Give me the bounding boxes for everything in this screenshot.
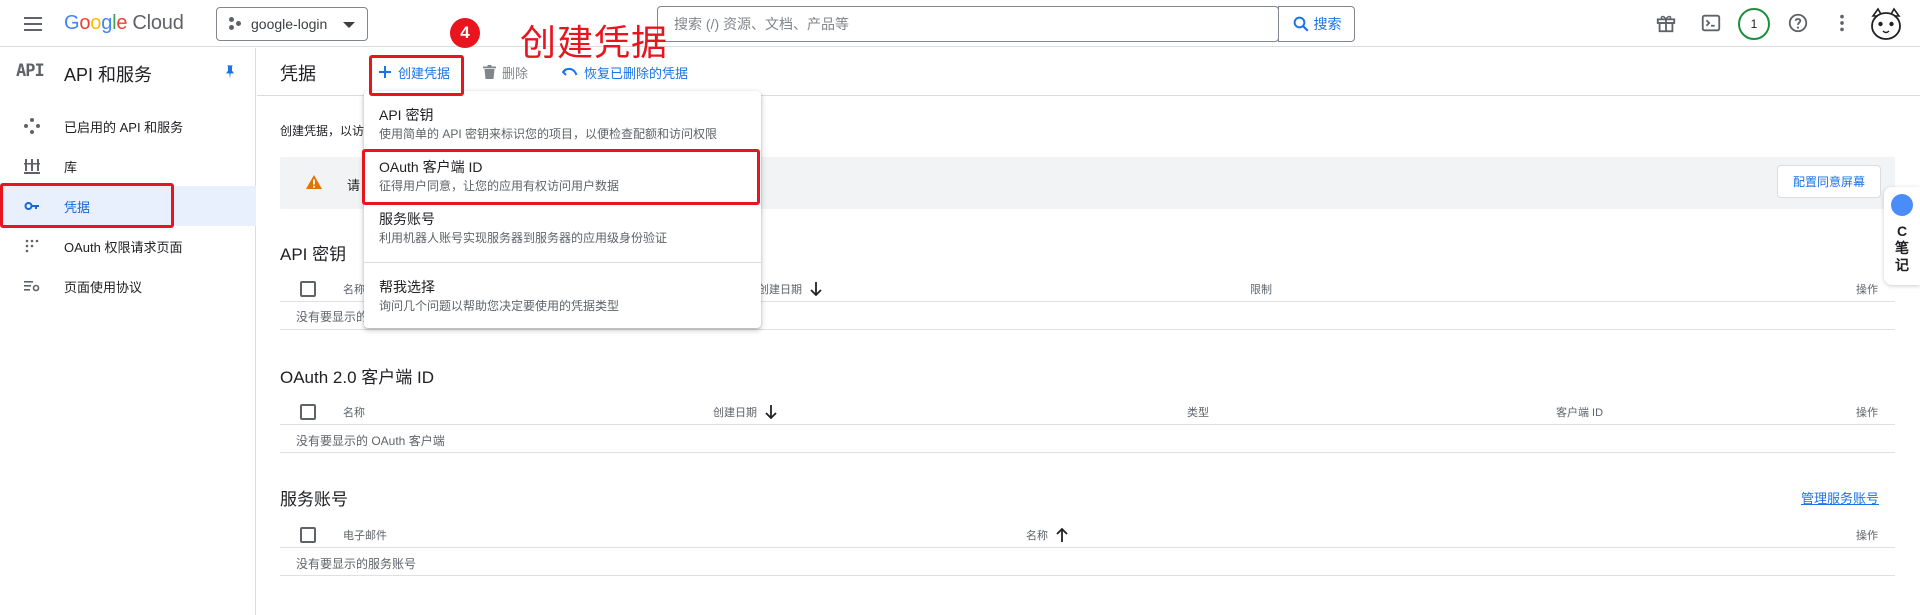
library-icon xyxy=(24,158,40,174)
column-header[interactable]: 名称 xyxy=(343,404,365,420)
sidebar-title[interactable]: API 和服务 xyxy=(64,61,152,87)
project-dots-icon xyxy=(229,17,243,31)
sidebar-item-oauth-consent[interactable]: OAuth 权限请求页面 xyxy=(0,226,256,266)
menu-item-oauth-client-id[interactable]: OAuth 客户端 ID 征得用户同意，让您的应用有权访问用户数据 xyxy=(364,153,761,203)
sidebar-item-label: 凭据 xyxy=(64,199,91,215)
arrow-down-icon xyxy=(765,405,777,419)
api-keys-title: API 密钥 xyxy=(280,245,347,264)
pin-icon[interactable] xyxy=(222,64,238,83)
warning-icon xyxy=(306,175,322,192)
menu-item-help-me-choose[interactable]: 帮我选择 询问几个问题以帮助您决定要使用的凭据类型 xyxy=(364,273,761,323)
column-header[interactable]: 电子邮件 xyxy=(343,527,387,543)
intro-text: 创建凭据，以访 xyxy=(280,124,365,138)
notification-badge[interactable]: 1 xyxy=(1738,8,1770,40)
main-menu-icon[interactable] xyxy=(22,12,46,36)
api-keys-select-all-checkbox[interactable] xyxy=(300,281,316,297)
top-bar: GoogleCloud google-login 搜索 1 xyxy=(0,0,1920,47)
sidebar-item-label: OAuth 权限请求页面 xyxy=(64,239,183,255)
oauth-empty-text: 没有要显示的 OAuth 客户端 xyxy=(296,434,445,448)
column-header-sortable[interactable]: 创建日期 xyxy=(758,281,822,297)
api-keys-empty-text: 没有要显示的 xyxy=(296,310,369,324)
sidebar-item-label: 页面使用协议 xyxy=(64,279,143,295)
sidebar-header: API API 和服务 xyxy=(0,48,256,96)
sidebar-item-label: 库 xyxy=(64,159,78,175)
add-icon xyxy=(379,66,391,78)
service-accounts-title: 服务账号 xyxy=(280,490,348,509)
c-note-logo-icon xyxy=(1891,194,1913,216)
project-picker[interactable]: google-login xyxy=(216,7,368,41)
page-title: 凭据 xyxy=(280,64,316,84)
oauth-table-header xyxy=(280,397,1895,425)
sidebar-item-page-usage[interactable]: 页面使用协议 xyxy=(0,266,256,306)
c-note-label: C笔记 xyxy=(1895,223,1909,273)
project-name: google-login xyxy=(251,16,328,32)
column-header[interactable]: 类型 xyxy=(1187,404,1209,420)
column-header[interactable]: 客户端 ID xyxy=(1556,404,1603,420)
column-header: 操作 xyxy=(1856,530,1878,542)
service-accounts-empty-text: 没有要显示的服务账号 xyxy=(296,557,417,571)
api-badge-icon: API xyxy=(16,61,45,81)
menu-divider xyxy=(364,262,761,263)
create-credentials-button[interactable]: 创建凭据 xyxy=(378,60,450,84)
manage-service-accounts-link[interactable]: 管理服务账号 xyxy=(1801,488,1879,507)
help-icon[interactable] xyxy=(1785,10,1811,36)
sidebar-item-enabled-apis[interactable]: 已启用的 API 和服务 xyxy=(0,106,256,146)
oauth-select-all-checkbox[interactable] xyxy=(300,404,316,420)
service-accounts-select-all-checkbox[interactable] xyxy=(300,527,316,543)
service-accounts-empty-row xyxy=(280,548,1895,576)
step-label: 创建凭据 xyxy=(520,23,669,64)
avatar[interactable] xyxy=(1868,6,1904,42)
sidebar-item-library[interactable]: 库 xyxy=(0,146,256,186)
more-vert-icon[interactable] xyxy=(1829,10,1855,36)
google-cloud-logo[interactable]: Google Cloud xyxy=(64,12,184,35)
warning-text: 请 xyxy=(347,178,361,193)
search-box xyxy=(657,6,1279,42)
key-icon xyxy=(24,198,40,214)
sidebar-item-credentials[interactable]: 凭据 xyxy=(0,186,256,226)
column-header-sortable[interactable]: 名称 xyxy=(1026,527,1068,543)
column-header: 操作 xyxy=(1856,284,1878,296)
column-header[interactable]: 名称 xyxy=(343,281,365,297)
oauth-empty-row xyxy=(280,425,1895,453)
trash-icon xyxy=(483,65,496,79)
menu-item-api-key[interactable]: API 密钥 使用简单的 API 密钥来标识您的项目，以便检查配额和访问权限 xyxy=(364,101,761,151)
caret-down-icon xyxy=(343,22,355,28)
search-icon xyxy=(1293,16,1308,32)
service-accounts-table-header xyxy=(280,520,1895,548)
configure-consent-button[interactable]: 配置同意屏幕 xyxy=(1777,165,1881,198)
menu-item-service-account[interactable]: 服务账号 利用机器人账号实现服务器到服务器的应用级身份验证 xyxy=(364,205,761,255)
arrow-down-icon xyxy=(810,282,822,296)
settings-list-icon xyxy=(24,278,40,294)
dots-list-icon xyxy=(24,238,40,254)
oauth-title: OAuth 2.0 客户端 ID xyxy=(280,368,434,387)
column-header[interactable]: 限制 xyxy=(1250,281,1272,297)
search-button[interactable]: 搜索 xyxy=(1278,6,1355,42)
column-header-sortable[interactable]: 创建日期 xyxy=(713,404,777,420)
diamond-dots-icon xyxy=(24,118,40,134)
sidebar-item-label: 已启用的 API 和服务 xyxy=(64,119,184,135)
step-number-badge: 4 xyxy=(450,18,480,48)
create-credentials-menu: API 密钥 使用简单的 API 密钥来标识您的项目，以便检查配额和访问权限 O… xyxy=(364,91,761,328)
sidebar: API API 和服务 已启用的 API 和服务 库 凭据 OAuth 权限请求… xyxy=(0,48,256,615)
cloud-shell-icon[interactable] xyxy=(1698,10,1724,36)
gift-icon[interactable] xyxy=(1653,10,1679,36)
column-header: 操作 xyxy=(1856,407,1878,419)
c-note-widget[interactable]: C笔记 xyxy=(1884,187,1920,285)
arrow-up-icon xyxy=(1056,528,1068,542)
search-input[interactable] xyxy=(658,7,1278,41)
undo-icon xyxy=(562,67,578,76)
